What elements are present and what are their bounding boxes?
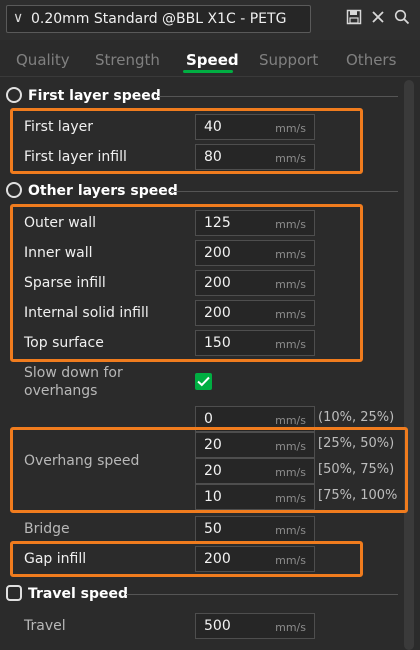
chevron-down-icon: ∨ xyxy=(13,10,24,26)
section-divider xyxy=(170,191,398,192)
active-tab-indicator xyxy=(183,70,233,73)
section-first-layer-speed: First layer speed xyxy=(6,87,161,104)
slow-down-label: Slow down for xyxy=(24,365,123,381)
highlight-box xyxy=(10,108,363,174)
travel-label: Travel xyxy=(24,618,66,634)
preset-dropdown[interactable]: ∨ 0.20mm Standard @BBL X1C - PETG xyxy=(6,5,311,33)
unit-label: mm/s xyxy=(275,524,306,537)
field-value: 50 xyxy=(204,521,222,537)
preset-toolbar: ∨ 0.20mm Standard @BBL X1C - PETG xyxy=(0,0,420,40)
section-other-layers-speed: Other layers speed xyxy=(6,182,178,199)
tab-divider xyxy=(0,76,420,77)
bridge-input[interactable]: 50 mm/s xyxy=(195,516,315,542)
overhang-range: (10%, 25%) xyxy=(318,410,395,425)
highlight-box xyxy=(10,541,363,577)
preset-name: 0.20mm Standard @BBL X1C - PETG xyxy=(31,11,287,27)
unit-label: mm/s xyxy=(275,621,306,634)
search-icon[interactable] xyxy=(392,9,412,29)
section-divider xyxy=(126,594,398,595)
speedometer-icon xyxy=(6,182,22,198)
tab-speed[interactable]: Speed xyxy=(186,51,239,69)
tab-strength[interactable]: Strength xyxy=(95,51,160,69)
section-title: Other layers speed xyxy=(28,183,178,199)
bridge-label: Bridge xyxy=(24,521,70,537)
tab-support[interactable]: Support xyxy=(259,51,318,69)
travel-input[interactable]: 500 mm/s xyxy=(195,613,315,639)
close-icon[interactable] xyxy=(368,9,388,29)
tab-quality[interactable]: Quality xyxy=(16,51,70,69)
section-divider xyxy=(158,96,398,97)
section-travel-speed: Travel speed xyxy=(6,585,128,602)
section-title: Travel speed xyxy=(28,586,129,602)
slow-down-checkbox[interactable] xyxy=(195,373,212,390)
slow-down-label: overhangs xyxy=(24,383,98,399)
field-value: 500 xyxy=(204,618,231,634)
travel-icon xyxy=(6,585,22,601)
tab-others[interactable]: Others xyxy=(346,51,396,69)
highlight-box xyxy=(10,427,408,513)
field-value: 0 xyxy=(204,411,213,427)
section-title: First layer speed xyxy=(28,88,161,104)
scrollbar[interactable] xyxy=(404,80,414,650)
save-icon[interactable] xyxy=(344,9,364,29)
unit-label: mm/s xyxy=(275,414,306,427)
speedometer-icon xyxy=(6,87,22,103)
highlight-box xyxy=(10,204,363,362)
